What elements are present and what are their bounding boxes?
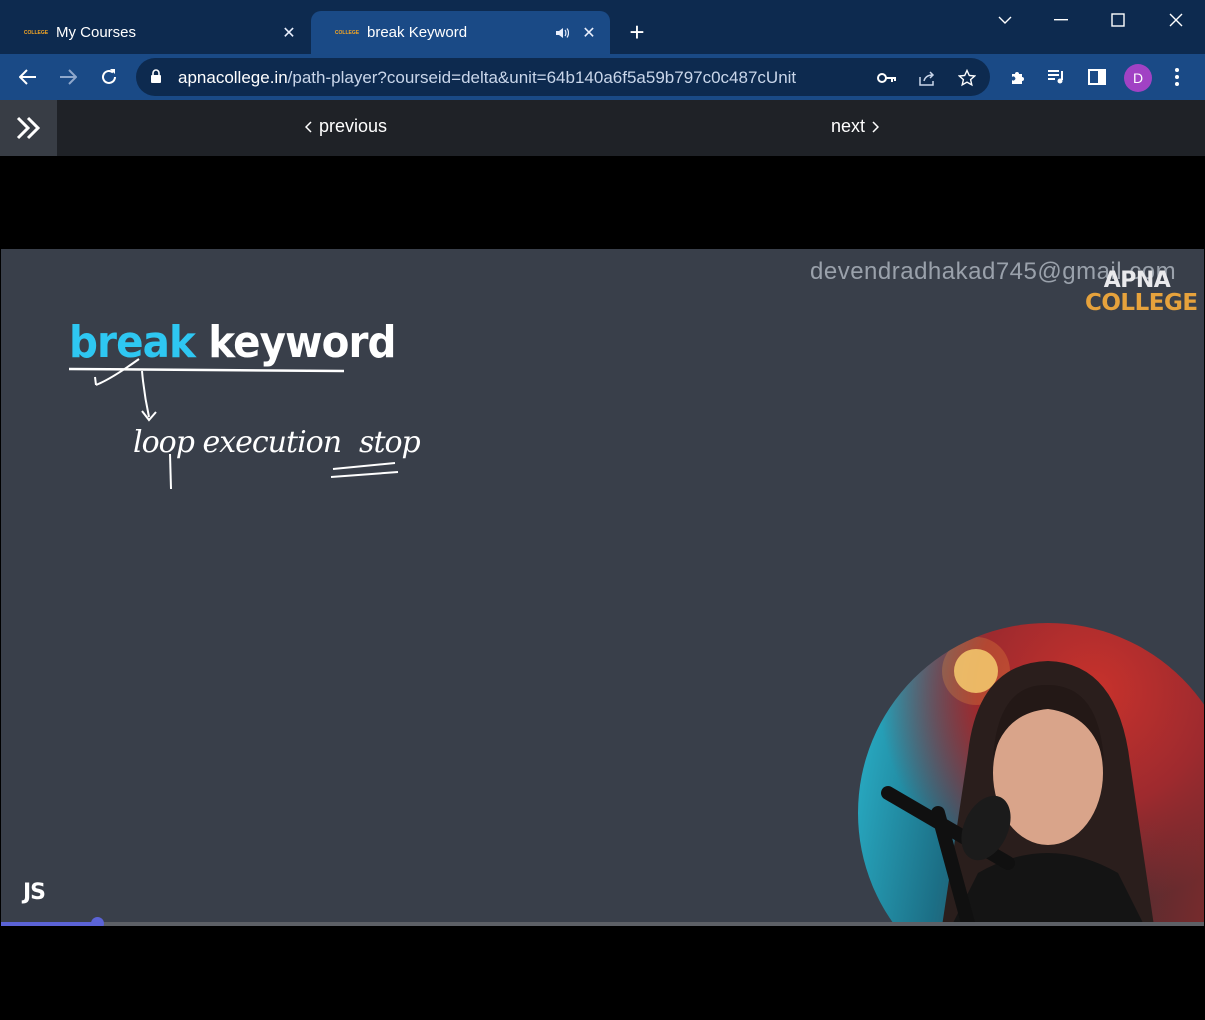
side-panel-icon[interactable] [1083,63,1111,91]
chevron-left-icon [305,120,312,133]
chevron-right-icon [872,120,880,133]
star-icon[interactable] [956,67,978,89]
tab-title: My Courses [56,24,137,41]
site-favicon: COLLEGE [23,29,49,36]
reload-icon[interactable] [95,63,123,91]
address-bar[interactable]: apnacollege.in/path-player?courseid=delt… [136,58,990,96]
browser-window: COLLEGE My Courses ✕ COLLEGE break Keywo… [0,0,1205,1020]
next-button[interactable]: next [831,116,880,137]
tab-title: break Keyword [367,24,468,41]
close-icon[interactable]: ✕ [578,22,600,44]
minimize-icon[interactable] [1041,6,1081,34]
speaker-icon[interactable] [552,23,572,43]
previous-label: previous [319,116,388,136]
next-label: next [831,116,866,136]
tab-strip: COLLEGE My Courses ✕ COLLEGE break Keywo… [0,0,1205,54]
tab-search-icon[interactable] [985,6,1025,34]
share-icon[interactable] [916,67,938,89]
lock-icon[interactable] [150,68,162,89]
maximize-icon[interactable] [1098,6,1138,34]
apna-college-logo: APNA COLLEGE [1085,268,1198,316]
extensions-icon[interactable] [1004,63,1032,91]
browser-toolbar: apnacollege.in/path-player?courseid=delt… [0,54,1205,100]
site-favicon: COLLEGE [334,29,360,36]
key-icon[interactable] [876,67,898,89]
window-close-icon[interactable] [1156,6,1196,34]
tab-my-courses[interactable]: COLLEGE My Courses ✕ [0,11,310,54]
video-letterbox-bottom [0,926,1205,1020]
js-badge: JS [23,880,46,905]
expand-sidebar-icon[interactable] [0,100,57,156]
previous-button[interactable]: previous [305,116,387,137]
presenter-webcam [858,623,1204,925]
note-main: loop execution [133,425,342,460]
back-icon[interactable] [14,63,42,91]
course-navigation: previous next [0,100,1205,156]
note-emphasis: stop [359,425,421,460]
handwritten-annotation [68,358,399,490]
media-icon[interactable] [1043,63,1071,91]
profile-avatar[interactable]: D [1124,64,1152,92]
menu-icon[interactable] [1163,63,1191,91]
video-player[interactable]: devendradhakad745@gmail.com APNA COLLEGE… [1,249,1204,925]
forward-icon[interactable] [54,63,82,91]
tab-break-keyword[interactable]: COLLEGE break Keyword ✕ [311,11,610,54]
new-tab-button[interactable]: + [624,19,650,46]
video-letterbox-top [0,156,1205,249]
handwritten-note: loop execution stop [133,425,421,460]
close-icon[interactable]: ✕ [278,22,300,44]
url-text: apnacollege.in/path-player?courseid=delt… [178,68,797,87]
